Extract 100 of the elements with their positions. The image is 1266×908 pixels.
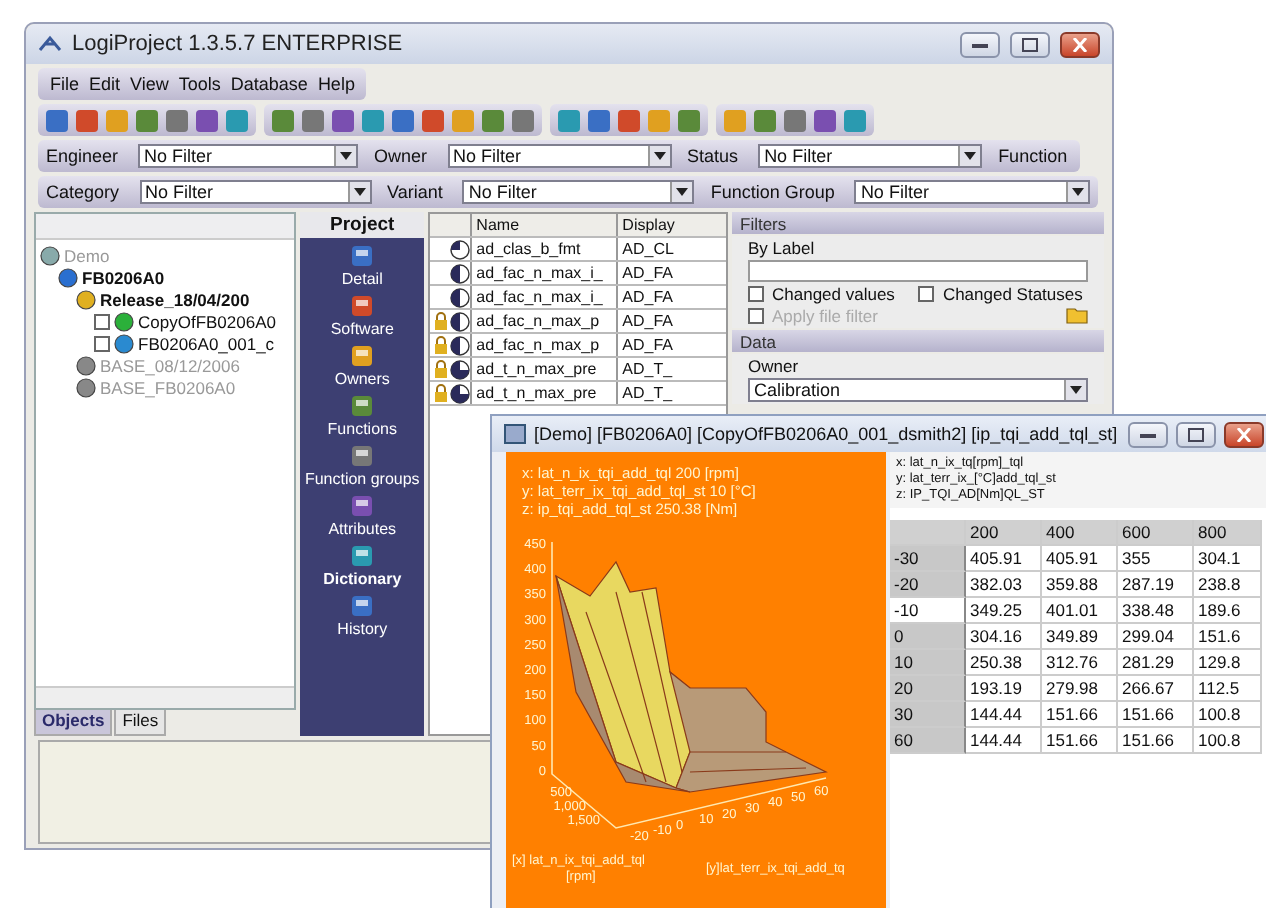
table-cell[interactable]: 405.91	[966, 546, 1042, 572]
row-header[interactable]: -30	[890, 546, 966, 572]
table-cell[interactable]: 144.44	[966, 728, 1042, 754]
table-cell[interactable]: 151.66	[1042, 728, 1118, 754]
table-cell[interactable]: 401.01	[1042, 598, 1118, 624]
column-header[interactable]: Name	[470, 214, 617, 236]
toolbar-icon[interactable]	[482, 109, 504, 131]
toolbar-icon[interactable]	[196, 109, 218, 131]
row-header[interactable]: -10	[890, 598, 966, 624]
toolbar-icon[interactable]	[754, 109, 776, 131]
tab[interactable]: Files	[114, 710, 167, 736]
table-cell[interactable]: 312.76	[1042, 650, 1118, 676]
section-header[interactable]: Data	[732, 330, 1104, 352]
section-header[interactable]: Filters	[732, 212, 1104, 234]
toolbar-icon[interactable]	[392, 109, 414, 131]
table-cell[interactable]: 304.16	[966, 624, 1042, 650]
minimize-button[interactable]	[1128, 421, 1168, 447]
toolbar-icon[interactable]	[588, 109, 610, 131]
close-button[interactable]	[1060, 31, 1100, 57]
nav-icon[interactable]	[350, 344, 375, 368]
filter-dropdown[interactable]: No Filter	[854, 180, 1091, 204]
table-cell[interactable]: 144.44	[966, 702, 1042, 728]
nav-icon[interactable]	[350, 544, 375, 568]
toolbar-icon[interactable]	[678, 109, 700, 131]
table-cell[interactable]: 189.6	[1194, 598, 1262, 624]
filter-dropdown[interactable]: No Filter	[758, 144, 983, 168]
maximize-button[interactable]	[1176, 421, 1216, 447]
filter-dropdown[interactable]: No Filter	[462, 180, 695, 204]
minimize-button[interactable]	[960, 31, 1000, 57]
toolbar-icon[interactable]	[422, 109, 444, 131]
checkbox[interactable]: Changed values	[748, 284, 895, 304]
table-cell[interactable]: 355	[1118, 546, 1194, 572]
table-cell[interactable]: 129.8	[1194, 650, 1262, 676]
toolbar-icon[interactable]	[512, 109, 534, 131]
table-cell[interactable]: 349.89	[1042, 624, 1118, 650]
nav-item[interactable]: Software	[330, 320, 394, 338]
table-cell[interactable]: 238.8	[1194, 572, 1262, 598]
tree-item[interactable]: Release_18/04/200	[100, 289, 250, 309]
toolbar-icon[interactable]	[814, 109, 836, 131]
row-header[interactable]: 30	[890, 702, 966, 728]
nav-icon[interactable]	[350, 444, 375, 468]
toolbar-icon[interactable]	[46, 109, 68, 131]
table-cell[interactable]: 382.03	[966, 572, 1042, 598]
nav-icon[interactable]	[350, 394, 375, 418]
toolbar-icon[interactable]	[136, 109, 158, 131]
row-header[interactable]: -20	[890, 572, 966, 598]
nav-item[interactable]: History	[337, 620, 388, 638]
input-field[interactable]	[748, 260, 1088, 282]
row-header[interactable]: 10	[890, 650, 966, 676]
menu-item[interactable]: Database	[226, 74, 312, 94]
table-cell[interactable]: 250.38	[966, 650, 1042, 676]
table-cell[interactable]: 100.8	[1194, 702, 1262, 728]
table-cell[interactable]: 359.88	[1042, 572, 1118, 598]
menu-item[interactable]: View	[126, 74, 173, 94]
table-cell[interactable]: 112.5	[1194, 676, 1262, 702]
menu-item[interactable]: Edit	[85, 74, 125, 94]
nav-icon[interactable]	[350, 294, 375, 318]
tree-item[interactable]: FB0206A0	[82, 267, 165, 287]
toolbar-icon[interactable]	[76, 109, 98, 131]
menu-item[interactable]: File	[46, 74, 84, 94]
toolbar-icon[interactable]	[784, 109, 806, 131]
table-cell[interactable]: 151.66	[1118, 728, 1194, 754]
table-cell[interactable]: 279.98	[1042, 676, 1118, 702]
table-cell[interactable]: 338.48	[1118, 598, 1194, 624]
menu-item[interactable]: Help	[313, 74, 359, 94]
nav-item[interactable]: Functions	[327, 420, 397, 438]
checkbox[interactable]	[94, 313, 110, 329]
checkbox[interactable]: Changed Statuses	[918, 284, 1083, 304]
table-cell[interactable]: 349.25	[966, 598, 1042, 624]
row-header[interactable]: 60	[890, 728, 966, 754]
table-cell[interactable]: 304.1	[1194, 546, 1262, 572]
toolbar-icon[interactable]	[332, 109, 354, 131]
filter-dropdown[interactable]: No Filter	[447, 144, 672, 168]
toolbar-icon[interactable]	[302, 109, 324, 131]
toolbar-icon[interactable]	[226, 109, 248, 131]
table-cell[interactable]: 266.67	[1118, 676, 1194, 702]
row-header[interactable]: 20	[890, 676, 966, 702]
table-cell[interactable]: 151.6	[1194, 624, 1262, 650]
horizontal-scrollbar[interactable]	[36, 686, 295, 708]
toolbar-icon[interactable]	[844, 109, 866, 131]
nav-item[interactable]: Function groups	[304, 470, 420, 488]
table-cell[interactable]: 287.19	[1118, 572, 1194, 598]
maximize-button[interactable]	[1010, 31, 1050, 57]
toolbar-icon[interactable]	[362, 109, 384, 131]
nav-item[interactable]: Owners	[334, 370, 390, 388]
column-header[interactable]: Display	[616, 214, 703, 236]
filter-dropdown[interactable]: No Filter	[138, 144, 359, 168]
toolbar-icon[interactable]	[166, 109, 188, 131]
nav-icon[interactable]	[350, 494, 375, 518]
table-cell[interactable]: 405.91	[1042, 546, 1118, 572]
tab[interactable]: Objects	[34, 710, 113, 736]
toolbar-icon[interactable]	[558, 109, 580, 131]
toolbar-icon[interactable]	[618, 109, 640, 131]
table-cell[interactable]: 151.66	[1118, 702, 1194, 728]
table-cell[interactable]: 151.66	[1042, 702, 1118, 728]
checkbox[interactable]	[94, 335, 110, 351]
nav-item[interactable]: Attributes	[328, 520, 397, 538]
tree-item[interactable]: CopyOfFB0206A0	[138, 311, 276, 331]
table-cell[interactable]: 281.29	[1118, 650, 1194, 676]
table-cell[interactable]: 193.19	[966, 676, 1042, 702]
